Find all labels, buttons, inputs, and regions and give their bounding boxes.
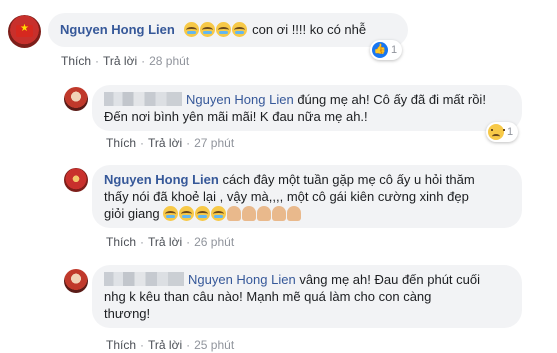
comment-bubble: Nguyen Hong Lien cách đây một tuần gặp m…	[92, 165, 522, 228]
crying-emoji-icon	[163, 206, 179, 221]
sad-icon	[488, 124, 505, 140]
comment-text-line: thấy nói đã khoẻ lại , vậy mà,,,, một cô…	[104, 189, 469, 204]
tagged-name[interactable]: Nguyen Hong Lien	[186, 92, 294, 107]
timestamp[interactable]: 28 phút	[149, 54, 189, 68]
comment-text: con ơi !!!! ko có nhễ	[252, 22, 367, 37]
comment-1: Nguyen Hong Lien con ơi !!!! ko có nhễ 👍…	[0, 0, 557, 70]
crying-emoji-icon	[179, 206, 195, 221]
comment-actions: Thích · Trả lời · 26 phút	[106, 235, 235, 249]
comment-text-line: thương!	[104, 306, 151, 321]
reply-link[interactable]: Trả lời	[148, 136, 182, 150]
reply-link[interactable]: Trả lời	[148, 235, 182, 249]
comment-actions: Thích · Trả lời · 25 phút	[106, 338, 235, 352]
crying-emoji-icon	[216, 22, 232, 37]
comment-actions: Thích · Trả lời · 28 phút	[61, 54, 190, 68]
like-link[interactable]: Thích	[106, 235, 136, 249]
crying-emoji-icon	[211, 206, 227, 221]
praying-hands-icon	[242, 206, 257, 221]
crying-emoji-icon	[200, 22, 216, 37]
reaction-count: 1	[391, 44, 398, 56]
comment-bubble: Nguyen Hong Lien con ơi !!!! ko có nhễ	[48, 13, 408, 47]
timestamp[interactable]: 25 phút	[194, 338, 234, 352]
avatar[interactable]	[8, 15, 41, 48]
praying-hands-icon	[287, 206, 302, 221]
like-link[interactable]: Thích	[61, 54, 91, 68]
like-icon: 👍	[372, 42, 388, 58]
comment-bubble: Nguyen Hong Lien vâng mẹ ah! Đau đến phú…	[92, 265, 522, 328]
crying-emoji-icon	[232, 22, 248, 37]
praying-hands-icon	[227, 206, 242, 221]
avatar[interactable]	[64, 269, 88, 293]
comment-2: Nguyen Hong Lien đúng mẹ ah! Cô ấy đã đi…	[0, 80, 557, 155]
blurred-name	[104, 92, 182, 106]
crying-emoji-icon	[195, 206, 211, 221]
like-link[interactable]: Thích	[106, 136, 136, 150]
avatar[interactable]	[64, 87, 88, 111]
avatar[interactable]	[64, 168, 88, 192]
reaction-count: 1	[507, 126, 514, 138]
praying-hands-icon	[257, 206, 272, 221]
comment-bubble: Nguyen Hong Lien đúng mẹ ah! Cô ấy đã đi…	[92, 85, 522, 131]
comment-actions: Thích · Trả lời · 27 phút	[106, 136, 235, 150]
comment-text-line: vâng mẹ ah! Đau đến phút cuối	[299, 272, 481, 287]
comment-text-line: giỏi giang	[104, 206, 160, 221]
like-link[interactable]: Thích	[106, 338, 136, 352]
reaction-summary[interactable]: 👍 1	[370, 40, 403, 60]
timestamp[interactable]: 26 phút	[194, 235, 234, 249]
comment-3: Nguyen Hong Lien cách đây một tuần gặp m…	[0, 160, 557, 255]
reply-link[interactable]: Trả lời	[148, 338, 182, 352]
comment-text-line: đúng mẹ ah! Cô ấy đã đi mất rồi!	[297, 92, 486, 107]
comment-text-line: nhg k kêu than câu nào! Mạnh mẽ quá làm …	[104, 289, 432, 304]
timestamp[interactable]: 27 phút	[194, 136, 234, 150]
reaction-summary[interactable]: 1	[486, 122, 519, 142]
comment-author[interactable]: Nguyen Hong Lien	[60, 22, 175, 37]
comment-text-line: Đến nơi bình yên mãi mãi! K đau nữa mẹ a…	[104, 109, 368, 124]
tagged-name[interactable]: Nguyen Hong Lien	[188, 272, 296, 287]
blurred-name	[104, 272, 184, 286]
crying-emoji-icon	[184, 22, 200, 37]
comment-author[interactable]: Nguyen Hong Lien	[104, 172, 219, 187]
comment-text-line: cách đây một tuần gặp mẹ cô ấy u hỏi thă…	[222, 172, 475, 187]
flag-icon	[16, 23, 33, 37]
reply-link[interactable]: Trả lời	[103, 54, 137, 68]
comment-4: Nguyen Hong Lien vâng mẹ ah! Đau đến phú…	[0, 260, 557, 353]
praying-hands-icon	[272, 206, 287, 221]
